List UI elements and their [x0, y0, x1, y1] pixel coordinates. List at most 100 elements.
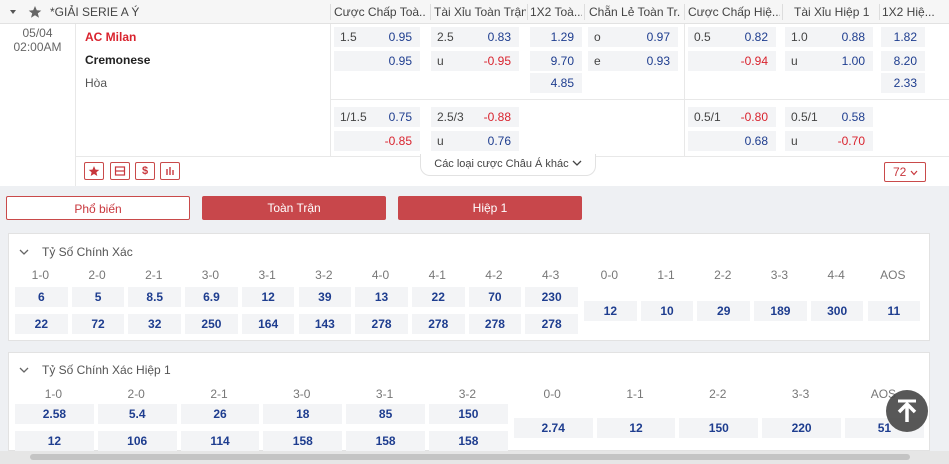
- odds-cell[interactable]: 230: [525, 287, 578, 307]
- col-ou-ft: Tài Xỉu Toàn Trận: [434, 5, 526, 19]
- odds-cell[interactable]: 85: [346, 404, 425, 424]
- score-label: 3-1: [258, 268, 276, 282]
- odds-cell[interactable]: 22: [15, 314, 68, 334]
- odds-cell[interactable]: 12: [241, 287, 295, 307]
- odds-cell[interactable]: o 0.97: [588, 27, 678, 47]
- odds-cell[interactable]: 250: [185, 314, 238, 334]
- score-label: 0-0: [543, 387, 561, 401]
- odds-cell[interactable]: 114: [180, 431, 260, 451]
- odds-cell[interactable]: u -0.95: [431, 51, 519, 71]
- odds-cell[interactable]: 150: [679, 417, 759, 438]
- score-label: 2-0: [127, 387, 145, 401]
- odds-cell[interactable]: 26: [180, 404, 260, 424]
- score-label: 2-0: [88, 268, 106, 282]
- score-label: 3-2: [315, 268, 333, 282]
- odds-cell[interactable]: 32: [128, 314, 182, 334]
- odds-cell[interactable]: -0.85: [334, 131, 420, 151]
- odds-cell[interactable]: 1/1.5 0.75: [334, 107, 420, 127]
- favorite-star-icon[interactable]: [84, 162, 104, 180]
- odds-cell[interactable]: 10: [640, 300, 694, 321]
- odds-cell[interactable]: 150: [429, 404, 508, 424]
- more-count: 72: [893, 165, 907, 179]
- collapse-icon[interactable]: [8, 0, 26, 24]
- odds-cell[interactable]: 2.33: [881, 73, 925, 93]
- odds-cell[interactable]: 300: [810, 300, 864, 321]
- odds-cell[interactable]: 11: [867, 300, 921, 321]
- odds-cell[interactable]: 22: [411, 287, 465, 307]
- odds-cell[interactable]: 1.82: [881, 27, 925, 47]
- odds-cell[interactable]: 2.74: [513, 417, 593, 438]
- odds-cell[interactable]: e 0.93: [588, 51, 678, 71]
- odds-cell[interactable]: 5: [71, 287, 125, 307]
- odds-cell[interactable]: u 1.00: [785, 51, 873, 71]
- odds-cell[interactable]: 2.58: [15, 404, 94, 424]
- home-team[interactable]: AC Milan: [85, 30, 136, 44]
- other-markets-toggle[interactable]: Các loại cược Châu Á khác: [420, 154, 596, 176]
- odds-cell[interactable]: 278: [411, 314, 465, 334]
- odds-cell[interactable]: 13: [355, 287, 408, 307]
- odds-cell[interactable]: 1.29: [530, 27, 582, 47]
- tab-first-half[interactable]: Hiệp 1: [398, 196, 582, 220]
- odds-cell[interactable]: 29: [697, 300, 751, 321]
- odds-cell[interactable]: 164: [241, 314, 295, 334]
- odds-cell[interactable]: 158: [429, 431, 508, 451]
- odds-cell[interactable]: 5.4: [97, 404, 177, 424]
- tab-popular[interactable]: Phổ biến: [6, 196, 190, 220]
- odds-cell[interactable]: 0.68: [688, 131, 776, 151]
- away-team[interactable]: Cremonese: [85, 53, 150, 67]
- odds-cell[interactable]: 278: [468, 314, 522, 334]
- score-label: 4-4: [827, 268, 845, 282]
- score-label: 3-3: [791, 387, 810, 401]
- odds-cell[interactable]: 220: [762, 417, 841, 438]
- odds-cell[interactable]: 1.0 0.88: [785, 27, 873, 47]
- odds-cell[interactable]: 6: [15, 287, 68, 307]
- market-header: *GIẢI SERIE A Ý Cược Chấp Toà... Tài Xỉu…: [0, 0, 949, 24]
- chevron-down-icon[interactable]: [19, 248, 29, 256]
- odds-cell[interactable]: 8.20: [881, 51, 925, 71]
- odds-cell[interactable]: 12: [15, 431, 94, 451]
- odds-cell[interactable]: 4.85: [530, 73, 582, 93]
- arrow-up-icon: [897, 399, 917, 422]
- odds-cell[interactable]: 72: [71, 314, 125, 334]
- odds-cell[interactable]: u -0.70: [785, 131, 873, 151]
- dollar-icon[interactable]: $: [135, 162, 155, 180]
- odds-cell[interactable]: 9.70: [530, 51, 582, 71]
- odds-cell[interactable]: 143: [298, 314, 352, 334]
- odds-cell[interactable]: 158: [346, 431, 425, 451]
- odds-cell[interactable]: 278: [355, 314, 408, 334]
- chevron-down-icon: [910, 170, 918, 176]
- odds-cell[interactable]: 2.5/3 -0.88: [431, 107, 519, 127]
- score-label: 2-1: [145, 268, 163, 282]
- odds-cell[interactable]: 1.5 0.95: [334, 27, 420, 47]
- more-markets-button[interactable]: 72: [884, 162, 926, 182]
- star-icon[interactable]: [28, 0, 42, 24]
- odds-cell[interactable]: -0.94: [688, 51, 776, 71]
- odds-cell[interactable]: 2.5 0.83: [431, 27, 519, 47]
- odds-cell[interactable]: 0.5 0.82: [688, 27, 776, 47]
- col-1x2-h1: 1X2 Hiệ...: [882, 5, 935, 19]
- scrollbar-thumb[interactable]: [30, 454, 910, 460]
- stats-table-icon[interactable]: [110, 162, 130, 180]
- odds-cell[interactable]: 12: [596, 417, 676, 438]
- odds-cell[interactable]: 39: [298, 287, 352, 307]
- odds-cell[interactable]: 106: [97, 431, 177, 451]
- odds-cell[interactable]: 0.5/1 0.58: [785, 107, 873, 127]
- back-to-top-button[interactable]: [886, 390, 928, 432]
- odds-cell[interactable]: 8.5: [128, 287, 182, 307]
- odds-cell[interactable]: 6.9: [185, 287, 238, 307]
- match-row: 05/04 02:00AM AC Milan Cremonese Hòa 1.5…: [0, 24, 949, 186]
- odds-cell[interactable]: 18: [263, 404, 343, 424]
- tab-full-time[interactable]: Toàn Trận: [202, 196, 386, 220]
- odds-cell[interactable]: 278: [525, 314, 578, 334]
- odds-cell[interactable]: 0.95: [334, 51, 420, 71]
- odds-cell[interactable]: u 0.76: [431, 131, 519, 151]
- bar-chart-icon[interactable]: [160, 162, 180, 180]
- odds-cell[interactable]: 158: [263, 431, 343, 451]
- odds-cell[interactable]: 12: [584, 300, 637, 321]
- chevron-down-icon[interactable]: [19, 366, 29, 374]
- odds-cell[interactable]: 0.5/1 -0.80: [688, 107, 776, 127]
- score-label: 4-3: [541, 268, 560, 282]
- odds-cell[interactable]: 189: [754, 300, 807, 321]
- chevron-down-icon: [572, 160, 582, 166]
- odds-cell[interactable]: 70: [468, 287, 522, 307]
